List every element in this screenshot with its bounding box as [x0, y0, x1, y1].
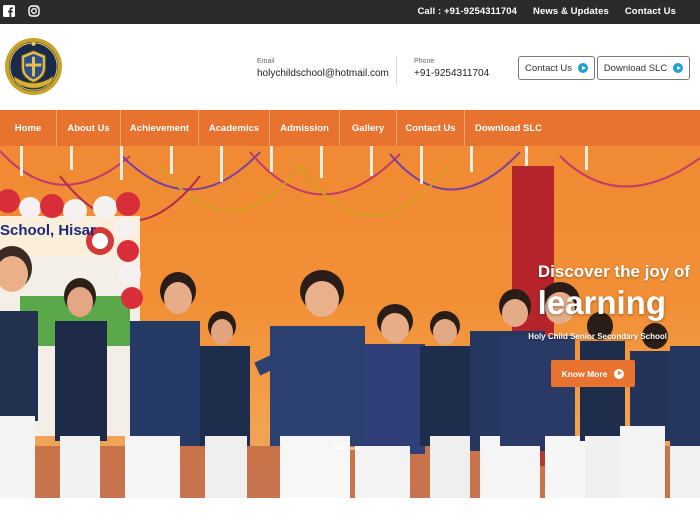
arrow-circle-icon — [614, 368, 625, 379]
header-divider — [396, 56, 397, 86]
main-nav: Home About Us Achievement Academics Admi… — [0, 110, 700, 146]
social-links — [3, 5, 40, 17]
hero-subtitle: Holy Child Senior Secondary School — [528, 332, 667, 341]
phone-label: Phone — [414, 58, 435, 65]
nav-home[interactable]: Home — [0, 110, 57, 146]
slider-indicators — [333, 447, 361, 450]
nav-achievement[interactable]: Achievement — [121, 110, 199, 146]
hero-title-line2: learning — [537, 284, 666, 321]
facebook-icon[interactable] — [3, 5, 15, 17]
email-value[interactable]: holychildschool@hotmail.com — [257, 68, 389, 79]
call-link[interactable]: Call : +91-9254311704 — [417, 6, 517, 17]
nav-contact-us[interactable]: Contact Us — [397, 110, 465, 146]
phone-value[interactable]: +91-9254311704 — [414, 68, 489, 79]
phone-contact: Phone +91-9254311704 — [414, 58, 489, 79]
school-crest-logo[interactable] — [4, 37, 63, 96]
hero-slider: School, Hisar Discover the joy of learni… — [0, 146, 700, 498]
nav-admission[interactable]: Admission — [270, 110, 340, 146]
slide-dot-2[interactable] — [350, 447, 361, 450]
contact-us-button-label: Contact Us — [525, 62, 572, 74]
email-contact: Email holychildschool@hotmail.com — [257, 58, 389, 79]
arrow-circle-icon — [578, 63, 588, 73]
instagram-icon[interactable] — [28, 5, 40, 17]
site-header: Email holychildschool@hotmail.com Phone … — [0, 24, 700, 110]
nav-download-slc[interactable]: Download SLC — [465, 110, 552, 146]
know-more-button-label: Know More — [561, 368, 608, 379]
download-slc-button[interactable]: Download SLC — [597, 56, 690, 80]
page-bottom-strip — [0, 498, 700, 525]
hero-photo — [0, 146, 700, 498]
know-more-button[interactable]: Know More — [551, 360, 635, 387]
arrow-circle-icon — [673, 63, 684, 73]
nav-gallery[interactable]: Gallery — [340, 110, 397, 146]
top-bar: Call : +91-9254311704 News & Updates Con… — [0, 0, 700, 24]
top-contact-link[interactable]: Contact Us — [625, 6, 676, 17]
banner-text: School, Hisar — [0, 222, 96, 239]
slide-dot-1[interactable] — [333, 447, 344, 450]
download-slc-button-label: Download SLC — [603, 62, 668, 74]
contact-us-button[interactable]: Contact Us — [518, 56, 595, 80]
news-updates-link[interactable]: News & Updates — [533, 6, 609, 17]
hero-title-line1: Discover the joy of — [537, 262, 690, 281]
top-links: Call : +91-9254311704 News & Updates Con… — [417, 6, 676, 17]
nav-academics[interactable]: Academics — [199, 110, 270, 146]
nav-about-us[interactable]: About Us — [57, 110, 121, 146]
email-label: Email — [257, 58, 275, 65]
